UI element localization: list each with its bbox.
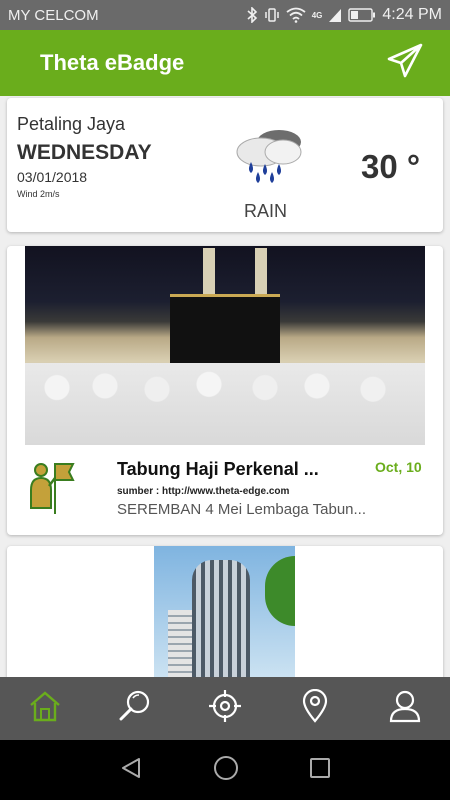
recents-icon[interactable] <box>309 757 331 784</box>
back-icon[interactable] <box>119 756 143 785</box>
news-card[interactable]: Tabung Haji Perkenal ... Oct, 10 sumber … <box>7 246 443 535</box>
signal-icon <box>328 7 342 23</box>
status-icons: 4G 4:24 PM <box>246 6 442 24</box>
user-icon <box>388 689 422 728</box>
news-title[interactable]: Tabung Haji Perkenal ... <box>117 459 335 480</box>
location-pin-icon <box>301 688 329 728</box>
app-bar: Theta eBadge <box>0 30 450 96</box>
vibrate-icon <box>264 7 280 23</box>
weather-temperature: 30 ° <box>361 148 421 185</box>
nav-target[interactable] <box>200 684 250 734</box>
weather-city: Petaling Jaya <box>17 114 126 134</box>
news-source: sumber : http://www.theta-edge.com <box>117 486 290 497</box>
status-bar: MY CELCOM 4G 4:24 PM <box>0 0 450 30</box>
weather-wind: Wind 2m/s <box>17 189 60 199</box>
send-icon[interactable] <box>386 42 424 85</box>
clock: 4:24 PM <box>382 6 442 23</box>
home-circle-icon[interactable] <box>213 755 239 786</box>
weather-condition: RAIN <box>244 201 288 221</box>
nav-location[interactable] <box>290 684 340 734</box>
nav-home[interactable] <box>20 684 70 734</box>
target-icon <box>208 689 242 728</box>
rain-cloud-icon <box>231 126 311 191</box>
nav-search[interactable] <box>110 684 160 734</box>
bluetooth-icon <box>246 7 258 23</box>
nav-profile[interactable] <box>380 684 430 734</box>
wifi-icon <box>286 7 306 23</box>
news-snippet: SEREMBAN 4 Mei Lembaga Tabun... <box>117 501 367 518</box>
weather-date: 03/01/2018 <box>17 169 88 185</box>
system-nav-bar <box>0 740 450 800</box>
network-type: 4G <box>311 10 323 20</box>
news-date: Oct, 10 <box>375 459 422 475</box>
bottom-nav <box>0 677 450 740</box>
carrier-name: MY CELCOM <box>8 6 99 24</box>
guide-flag-icon <box>25 460 77 521</box>
search-icon <box>118 689 152 728</box>
weather-card[interactable]: Petaling Jaya WEDNESDAY 03/01/2018 Wind … <box>7 98 443 232</box>
battery-icon <box>348 8 376 22</box>
weather-day: WEDNESDAY <box>17 141 152 164</box>
news-photo <box>25 246 425 445</box>
news-photo-2 <box>154 546 295 686</box>
home-icon <box>28 690 62 727</box>
app-title: Theta eBadge <box>40 50 185 75</box>
news-card-2[interactable] <box>7 546 443 686</box>
